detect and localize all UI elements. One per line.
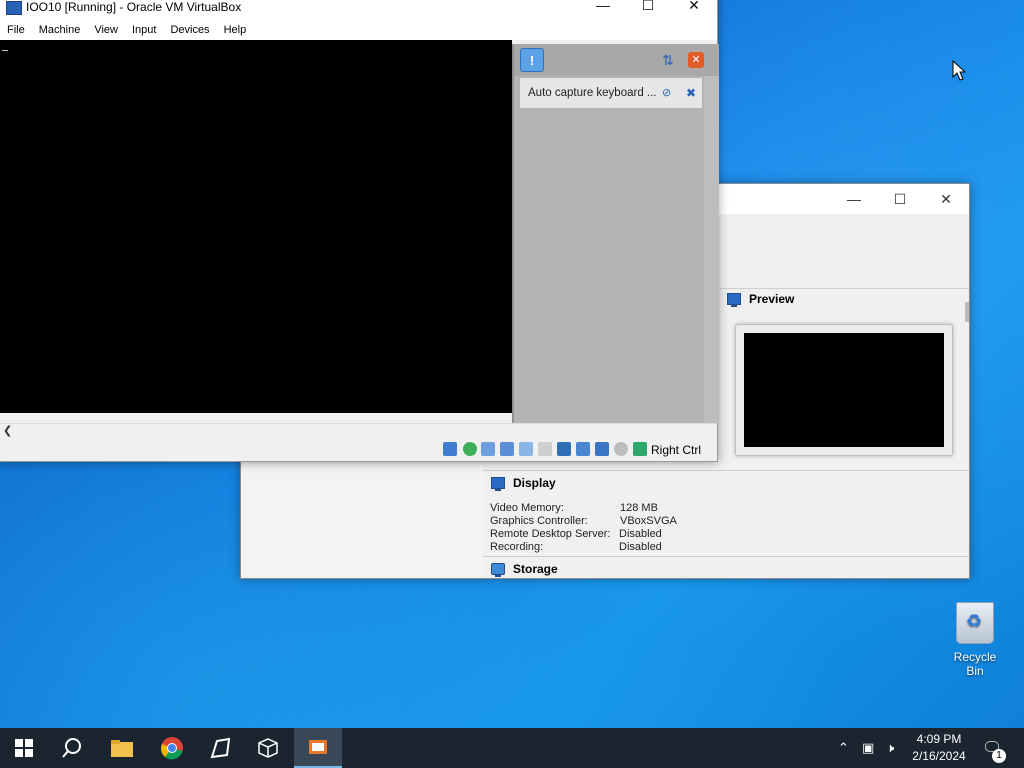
usb-icon[interactable] [519,442,533,456]
vm-display[interactable] [0,40,512,413]
network-icon: ▣ [862,740,875,755]
recycle-bin-icon [956,602,994,644]
chevron-up-icon: ⌃ [838,740,849,755]
close-icon[interactable]: ✕ [923,184,969,214]
virtualbox-taskbar-button[interactable] [244,728,292,768]
horizontal-scrollbar[interactable]: ❮ [0,423,717,437]
notification-alert-icon[interactable]: ! [520,48,544,72]
hard-disk-icon[interactable] [443,442,457,456]
preview-section-header[interactable]: Preview [727,292,795,307]
vm-window[interactable]: IOO10 [Running] - Oracle VM VirtualBox —… [0,0,719,462]
notification-badge: 1 [992,749,1006,763]
menu-view[interactable]: View [87,24,125,36]
search-button[interactable] [48,728,96,768]
divider [483,556,969,557]
text-cursor [2,50,8,51]
cube-icon [258,738,278,758]
network-tray[interactable]: ▣ [862,728,874,768]
display-section-header[interactable]: Display [491,476,556,491]
notification-card[interactable]: Auto capture keyboard ... ⊘ ✖ [520,78,702,108]
folder-icon [111,740,133,757]
notification-center-pane: ! ⇅ ✕ Auto capture keyboard ... ⊘ ✖ [512,44,719,423]
start-button[interactable] [0,728,48,768]
mouse-integration-icon[interactable] [614,442,628,456]
preview-frame [735,324,953,456]
monitor-icon [491,477,505,491]
detail-label: Graphics Controller: [490,515,588,527]
mouse-pointer-icon [952,60,966,81]
menu-file[interactable]: File [0,24,32,36]
recycle-bin-label: Recycle Bin [953,650,997,678]
network-icon[interactable] [500,442,514,456]
window-title: IOO10 [Running] - Oracle VM VirtualBox [26,0,242,14]
detail-value: Disabled [619,528,662,540]
app-button[interactable] [196,728,244,768]
monitor-icon [727,293,741,307]
clock-time: 4:09 PM [916,732,962,746]
maximize-icon[interactable]: ☐ [877,184,923,214]
clock[interactable]: 4:09 PM 2/16/2024 [904,731,974,765]
close-icon[interactable]: ✕ [671,0,717,20]
detail-label: Video Memory: [490,502,564,514]
storage-icon [491,563,505,577]
virtualbox-vm-icon [309,740,327,754]
detail-label: Recording: [490,541,544,553]
detail-value: Disabled [619,541,662,553]
maximize-icon[interactable]: ☐ [625,0,671,20]
preview-title: Preview [749,292,795,306]
divider [483,470,969,471]
host-key-icon[interactable] [633,442,647,456]
storage-title: Storage [513,562,558,576]
menu-bar: File Machine View Input Devices Help [0,20,717,40]
notification-toolbar: ! ⇅ ✕ [514,44,719,76]
display-icon[interactable] [557,442,571,456]
shared-folders-icon[interactable] [538,442,552,456]
optical-drive-icon[interactable] [463,442,477,456]
menu-machine[interactable]: Machine [32,24,88,36]
close-icon[interactable]: ✖ [686,86,696,100]
chrome-icon [161,737,183,760]
keyboard-capture-icon[interactable]: ⊘ [662,86,671,99]
vm-taskbar-button[interactable] [294,728,342,768]
scrollbar[interactable] [704,76,719,423]
show-hidden-icons[interactable]: ⌃ [838,728,849,768]
menu-input[interactable]: Input [125,24,163,36]
menu-devices[interactable]: Devices [163,24,216,36]
windows-logo-icon [15,739,33,757]
cpu-icon[interactable] [595,442,609,456]
audio-icon[interactable] [481,442,495,456]
sort-icon[interactable]: ⇅ [660,52,676,68]
recycle-bin-shortcut[interactable]: Recycle Bin [944,602,1006,678]
detail-label: Remote Desktop Server: [490,528,611,540]
clock-date: 2/16/2024 [912,749,966,763]
scrollbar[interactable] [965,302,969,322]
preview-screen [744,333,944,447]
status-bar: Right Ctrl [0,438,717,461]
virtualbox-icon [6,1,22,15]
host-key-label: Right Ctrl [651,443,702,457]
storage-section-header[interactable]: Storage [491,562,558,577]
menu-help[interactable]: Help [217,24,254,36]
dismiss-all-icon[interactable]: ✕ [688,52,704,68]
detail-value: 128 MB [620,502,658,514]
display-title: Display [513,476,556,490]
search-icon [62,738,81,758]
minimize-icon[interactable]: — [580,0,626,20]
detail-value: VBoxSVGA [620,515,677,527]
app-icon [210,737,231,759]
chrome-button[interactable] [148,728,196,768]
taskbar: ⌃ ▣ 🕨 4:09 PM 2/16/2024 🗨 1 [0,728,1024,768]
minimize-icon[interactable]: — [831,184,877,214]
machine-list-area[interactable] [241,464,483,578]
recording-icon[interactable] [576,442,590,456]
file-explorer-button[interactable] [98,728,146,768]
volume-tray[interactable]: 🕨 [886,728,894,768]
vm-titlebar[interactable]: IOO10 [Running] - Oracle VM VirtualBox —… [0,0,717,20]
notification-text: Auto capture keyboard ... [528,87,657,99]
chevron-left-icon[interactable]: ❮ [3,424,12,437]
speaker-muted-icon: 🕨 [886,740,895,755]
